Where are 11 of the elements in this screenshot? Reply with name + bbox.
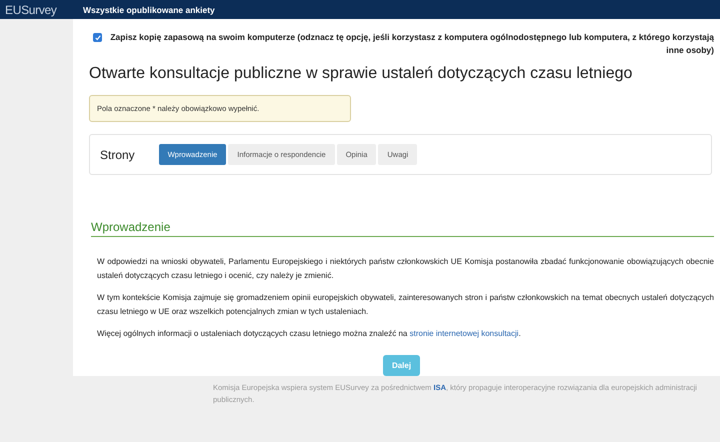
paragraph: W odpowiedzi na wnioski obywateli, Parlamentu Europejskiego i niektórych państw członkowskich UE Komisja postanowiła zbadać funkcjonowanie obowiązujących obecnie ustaleń dotyczących czasu letniego i ocenić, czy należy je zmienić. <box>97 256 714 282</box>
checkbox[interactable] <box>93 33 102 42</box>
checkbox-label: Zapisz kopię zapasową na swoim komputerze (odznacz tę opcję, jeśli korzystasz z komputera ogólnodostępnego lub komputera, z którego korzystają inne osoby) <box>109 31 714 57</box>
paragraph: Więcej ogólnych informacji o ustaleniach dotyczących czasu letniego można znaleźć na stronie internetowej konsultacji. <box>97 328 522 340</box>
link[interactable]: stronie internetowej konsultacji <box>410 329 519 338</box>
logo[interactable]: EUSurvey <box>0 2 73 16</box>
paragraph: W tym kontekście Komisja zajmuje się gromadzeniem opinii europejskich obywateli, zainteresowanych stron i państw członkowskich na temat obecnych ustaleń dotyczących czasu letniego w UE oraz wszelkich potencjalnych zmian w tych ustaleniach. <box>97 292 714 318</box>
nav-link[interactable]: Wszystkie opublikowane ankiety <box>83 4 215 14</box>
survey-title: Otwarte konsultacje publiczne w sprawie ustaleń dotyczących czasu letniego <box>89 65 634 83</box>
section-heading: Wprowadzenie <box>91 220 714 237</box>
pages-label: Strony <box>100 148 135 162</box>
